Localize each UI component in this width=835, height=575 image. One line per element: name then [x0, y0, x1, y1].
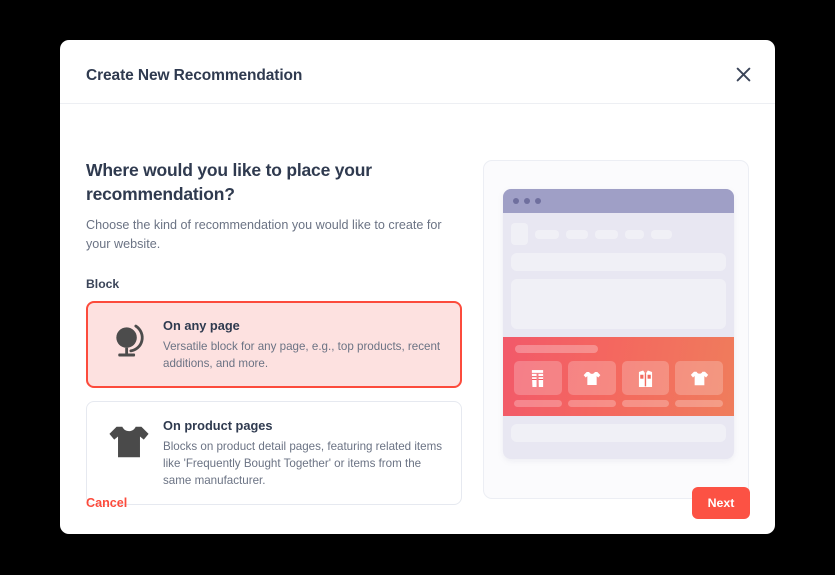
create-recommendation-modal: Create New Recommendation Where would yo… [60, 40, 775, 534]
content-placeholder [511, 279, 726, 329]
reco-item [514, 361, 562, 407]
browser-title-bar [503, 189, 734, 213]
reco-item [621, 361, 670, 407]
window-dot [513, 198, 519, 204]
nav-item-placeholder [595, 229, 618, 239]
tshirt-icon [101, 416, 157, 468]
window-dot [524, 198, 530, 204]
nav-item-placeholder [566, 229, 588, 239]
nav-item-placeholder [535, 229, 559, 239]
reco-title-placeholder [515, 345, 598, 353]
globe-icon [101, 316, 157, 368]
close-icon[interactable] [731, 62, 755, 86]
nav-logo-placeholder [511, 223, 528, 245]
reco-caption-placeholder [621, 400, 670, 407]
nav-item-placeholder [651, 229, 672, 239]
shirt-icon [621, 361, 670, 395]
footer-placeholder [511, 424, 726, 442]
option-title: On any page [163, 317, 240, 333]
recommendation-block-highlight [503, 337, 734, 416]
cancel-button[interactable]: Cancel [86, 496, 127, 510]
tshirt-icon [567, 361, 616, 395]
page-title: Where would you like to place your recom… [86, 160, 372, 205]
reco-item [675, 361, 723, 407]
reco-item-list [510, 361, 727, 407]
reco-item [567, 361, 616, 407]
next-button[interactable]: Next [692, 487, 750, 519]
tshirt-icon [675, 361, 723, 395]
window-dot [535, 198, 541, 204]
page-subtitle: Choose the kind of recommendation you wo… [86, 218, 442, 252]
option-title: On product pages [163, 417, 273, 433]
browser-nav [503, 213, 734, 251]
hero-placeholder [511, 253, 726, 271]
options-column: Where would you like to place your recom… [86, 158, 462, 505]
modal-body: Where would you like to place your recom… [60, 104, 775, 505]
browser-mockup [503, 189, 734, 459]
pants-icon [514, 361, 562, 395]
block-field-label: Block [86, 276, 120, 291]
option-card-on-any-page[interactable]: On any page Versatile block for any page… [86, 300, 462, 388]
nav-item-placeholder [625, 229, 644, 239]
option-text: On any page Versatile block for any page… [157, 316, 445, 373]
option-list: On any page Versatile block for any page… [86, 300, 462, 505]
modal-footer: Cancel Next [60, 479, 775, 534]
reco-caption-placeholder [514, 400, 562, 407]
option-description: Versatile block for any page, e.g., top … [163, 340, 441, 371]
reco-caption-placeholder [567, 400, 616, 407]
reco-caption-placeholder [675, 400, 723, 407]
modal-title: Create New Recommendation [86, 67, 303, 84]
preview-panel [483, 160, 749, 499]
modal-header: Create New Recommendation [60, 40, 775, 104]
